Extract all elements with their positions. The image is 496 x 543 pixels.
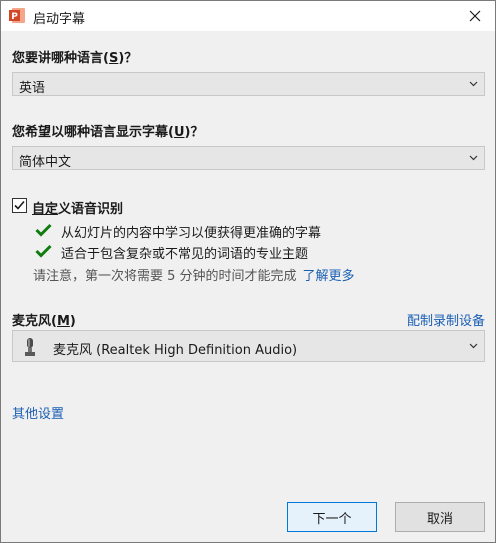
start-subtitles-dialog: P 启动字幕 您要讲哪种语言(S)？ 英语 您希望以哪种语言显示字幕(U)？ 简…	[0, 0, 496, 543]
cancel-button[interactable]: 取消	[395, 502, 485, 532]
next-button[interactable]: 下一个	[287, 502, 377, 532]
window-title: 启动字幕	[33, 12, 86, 27]
setup-time-note: 请注意，第一次将需要 5 分钟的时间才能完成 了解更多	[33, 265, 355, 284]
feature-text: 适合于包含复杂或不常见的词语的专业主题	[61, 247, 309, 262]
subtitle-language-dropdown[interactable]: 简体中文	[12, 146, 485, 170]
microphone-value: 麦克风 (Realtek High Definition Audio)	[53, 343, 298, 358]
speak-language-value: 英语	[19, 81, 46, 96]
green-check-icon	[35, 244, 52, 258]
title-bar: P 启动字幕	[1, 1, 495, 31]
custom-recognition-checkbox[interactable]	[12, 198, 27, 213]
configure-recording-devices-link[interactable]: 配制录制设备	[407, 310, 485, 329]
speak-language-dropdown[interactable]: 英语	[12, 72, 485, 96]
learn-more-link[interactable]: 了解更多	[303, 269, 355, 284]
close-button[interactable]	[455, 1, 495, 31]
close-icon	[469, 10, 481, 22]
chevron-down-icon	[469, 155, 478, 161]
microphone-dropdown[interactable]: 麦克风 (Realtek High Definition Audio)	[12, 330, 485, 362]
speak-language-label: 您要讲哪种语言(S)？	[12, 51, 138, 66]
feature-text: 从幻灯片的内容中学习以便获得更准确的字幕	[61, 226, 322, 241]
other-settings-link[interactable]: 其他设置	[12, 403, 64, 422]
custom-recognition-label[interactable]: 自定义语音识别	[32, 198, 123, 217]
subtitle-language-value: 简体中文	[19, 155, 72, 170]
subtitle-language-label: 您希望以哪种语言显示字幕(U)？	[12, 125, 204, 140]
powerpoint-icon: P	[9, 7, 26, 24]
svg-text:P: P	[11, 12, 18, 22]
checkmark-icon	[14, 200, 25, 210]
chevron-down-icon	[469, 343, 478, 349]
green-check-icon	[35, 223, 52, 237]
chevron-down-icon	[469, 81, 478, 87]
microphone-icon	[25, 338, 35, 356]
note-text: 请注意，第一次将需要 5 分钟的时间才能完成	[33, 269, 297, 284]
microphone-label: 麦克风(M)	[12, 314, 76, 329]
